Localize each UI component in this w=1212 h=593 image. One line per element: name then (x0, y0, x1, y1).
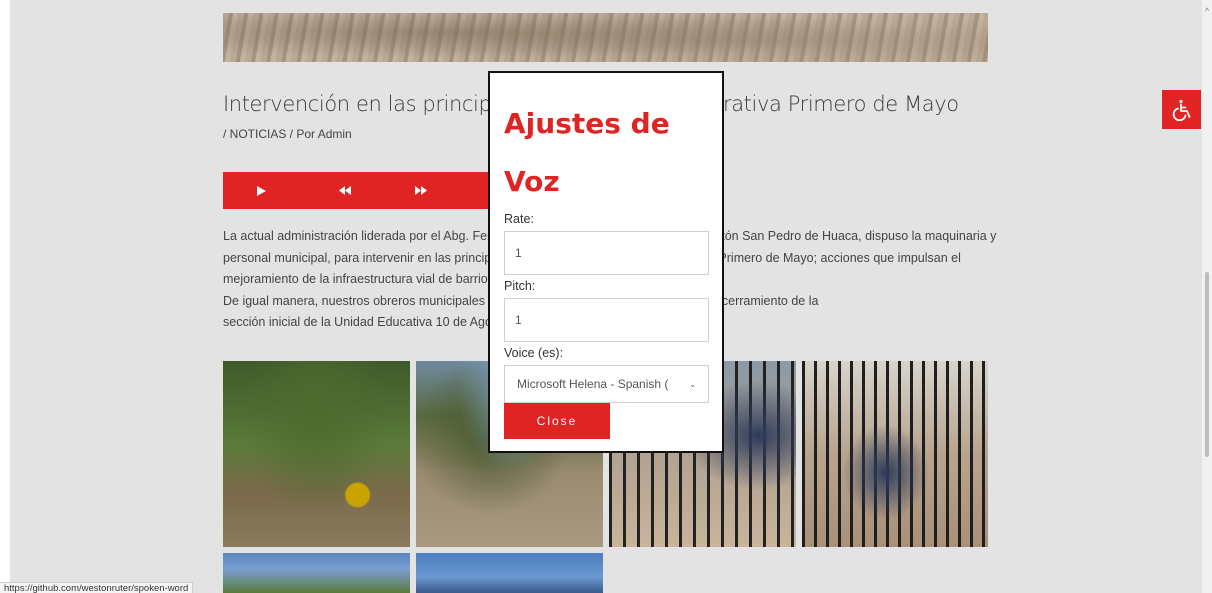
play-icon (256, 185, 266, 196)
voice-label: Voice (es): (504, 346, 564, 360)
header-photo (223, 13, 988, 62)
fast-forward-button[interactable] (401, 172, 441, 209)
status-bar-url: https://github.com/westonruter/spoken-wo… (0, 582, 194, 593)
spoken-word-player (223, 172, 491, 209)
chevron-down-icon: ⌄ (689, 379, 696, 389)
scroll-up-icon[interactable]: ^ (1202, 6, 1212, 16)
vertical-scrollbar[interactable]: ^ (1202, 0, 1212, 593)
wheelchair-icon (1172, 99, 1190, 121)
rate-input[interactable] (504, 231, 709, 275)
play-button[interactable] (241, 172, 281, 209)
pitch-label: Pitch: (504, 279, 536, 293)
gallery-image-sky[interactable] (416, 553, 603, 593)
rewind-icon (339, 186, 351, 195)
dialog-title: Ajustes de Voz (504, 107, 670, 198)
post-meta: / NOTICIAS / Por Admin (223, 127, 352, 141)
accessibility-button[interactable] (1162, 90, 1201, 129)
rate-label: Rate: (504, 212, 534, 226)
page-left-margin (0, 0, 10, 593)
close-button[interactable]: Close (504, 403, 610, 439)
gallery-image-trees[interactable] (223, 553, 410, 593)
scrollbar-thumb[interactable] (1205, 272, 1209, 457)
gallery-image-workers-wall[interactable] (802, 361, 988, 547)
voice-settings-dialog: Ajustes de Voz Rate: Pitch: Voice (es): … (488, 71, 724, 453)
pitch-input[interactable] (504, 298, 709, 342)
voice-selected-value: Microsoft Helena - Spanish ( (517, 377, 669, 391)
fast-forward-icon (415, 186, 427, 195)
gallery-image-excavator[interactable] (223, 361, 410, 547)
rewind-button[interactable] (325, 172, 365, 209)
voice-select[interactable]: Microsoft Helena - Spanish ( ⌄ (504, 365, 709, 403)
